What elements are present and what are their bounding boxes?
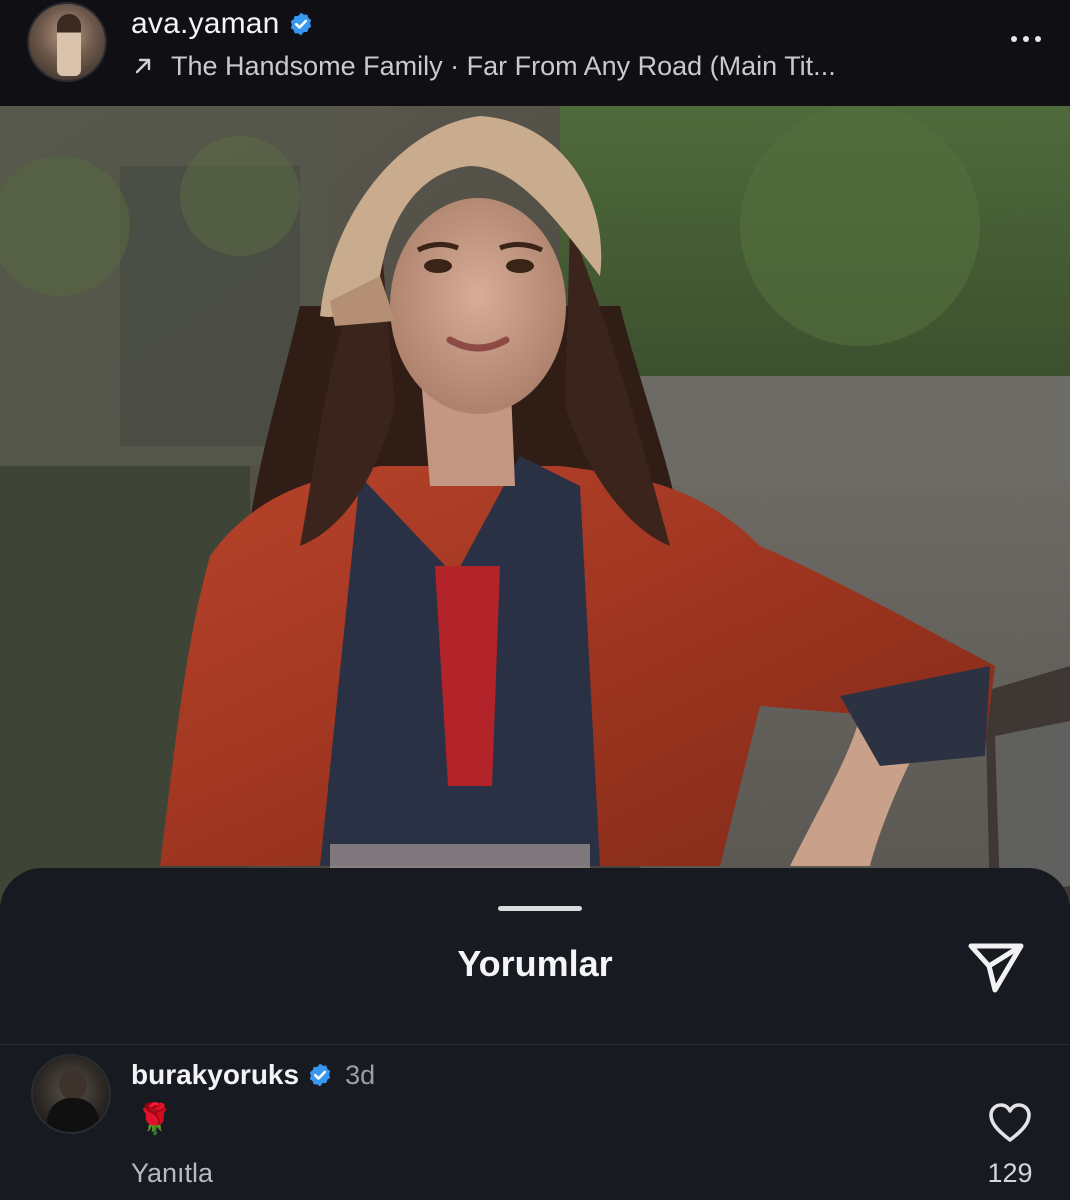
reply-button[interactable]: Yanıtla — [131, 1158, 213, 1189]
profile-avatar[interactable] — [27, 2, 107, 82]
music-row[interactable]: The Handsome Family · Far From Any Road … — [131, 48, 836, 84]
more-dot — [1035, 36, 1041, 42]
verified-badge-icon — [309, 1063, 331, 1087]
more-options-button[interactable] — [1000, 22, 1052, 56]
profile-username[interactable]: ava.yaman — [131, 7, 280, 41]
post-header: ava.yaman The Handsome Family · Far From… — [0, 0, 1070, 106]
arrow-up-right-icon — [135, 58, 151, 74]
comments-title: Yorumlar — [457, 943, 613, 984]
comment-timestamp: 3d — [345, 1059, 376, 1090]
comment-text: 🌹 — [136, 1103, 174, 1136]
sheet-divider — [0, 1044, 1070, 1045]
more-dot — [1023, 36, 1029, 42]
sheet-drag-handle[interactable] — [498, 906, 582, 911]
music-track-label: The Handsome Family · Far From Any Road … — [171, 50, 836, 81]
comment-header: burakyoruks 3d — [131, 1055, 375, 1095]
post-photo[interactable] — [0, 106, 1070, 906]
post-photo-illustration — [0, 106, 1070, 906]
like-count: 129 — [987, 1158, 1033, 1188]
verified-badge-icon — [290, 12, 311, 36]
paper-plane-icon[interactable] — [965, 938, 1027, 996]
commenter-avatar[interactable] — [31, 1054, 111, 1134]
more-dots-icon — [1011, 36, 1017, 42]
comment-username[interactable]: burakyoruks — [131, 1059, 299, 1091]
heart-outline-icon[interactable] — [987, 1102, 1033, 1144]
comments-sheet: Yorumlar burakyoruks 3d 🌹 Yanıtla 129 — [0, 868, 1070, 1200]
username-row: ava.yaman — [131, 6, 314, 42]
